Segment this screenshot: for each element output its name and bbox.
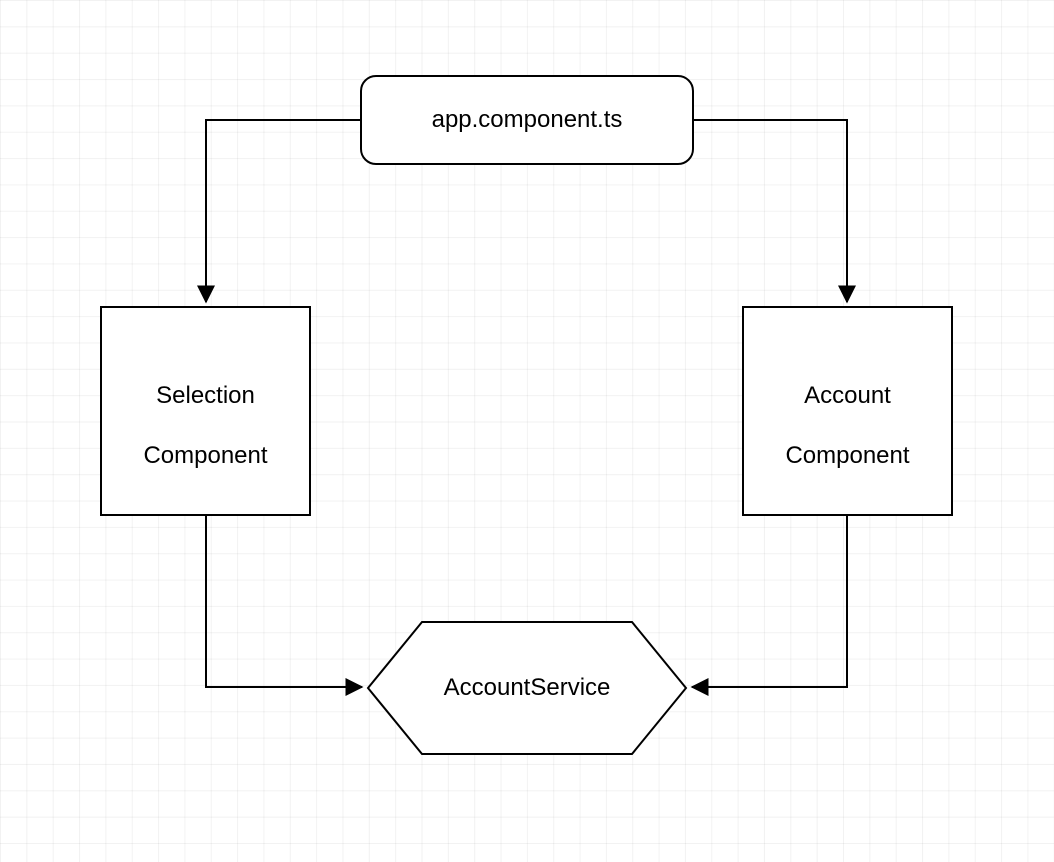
node-selection-line2: Component [143,442,267,469]
node-account-service-label: AccountService [444,674,611,702]
node-account-service-label-wrap: AccountService [366,620,688,756]
diagram-canvas: app.component.ts Selection Component Acc… [0,0,1054,862]
node-account-component[interactable]: Account Component [742,306,953,516]
node-selection-line1: Selection [156,382,255,409]
node-selection-component[interactable]: Selection Component [100,306,311,516]
node-app-component[interactable]: app.component.ts [360,75,694,165]
node-account-component-label: Account Component [785,351,909,471]
node-account-service[interactable]: AccountService [366,620,688,756]
node-selection-component-label: Selection Component [143,351,267,471]
node-account-line2: Component [785,442,909,469]
node-app-component-label: app.component.ts [432,105,623,135]
node-account-line1: Account [804,382,891,409]
